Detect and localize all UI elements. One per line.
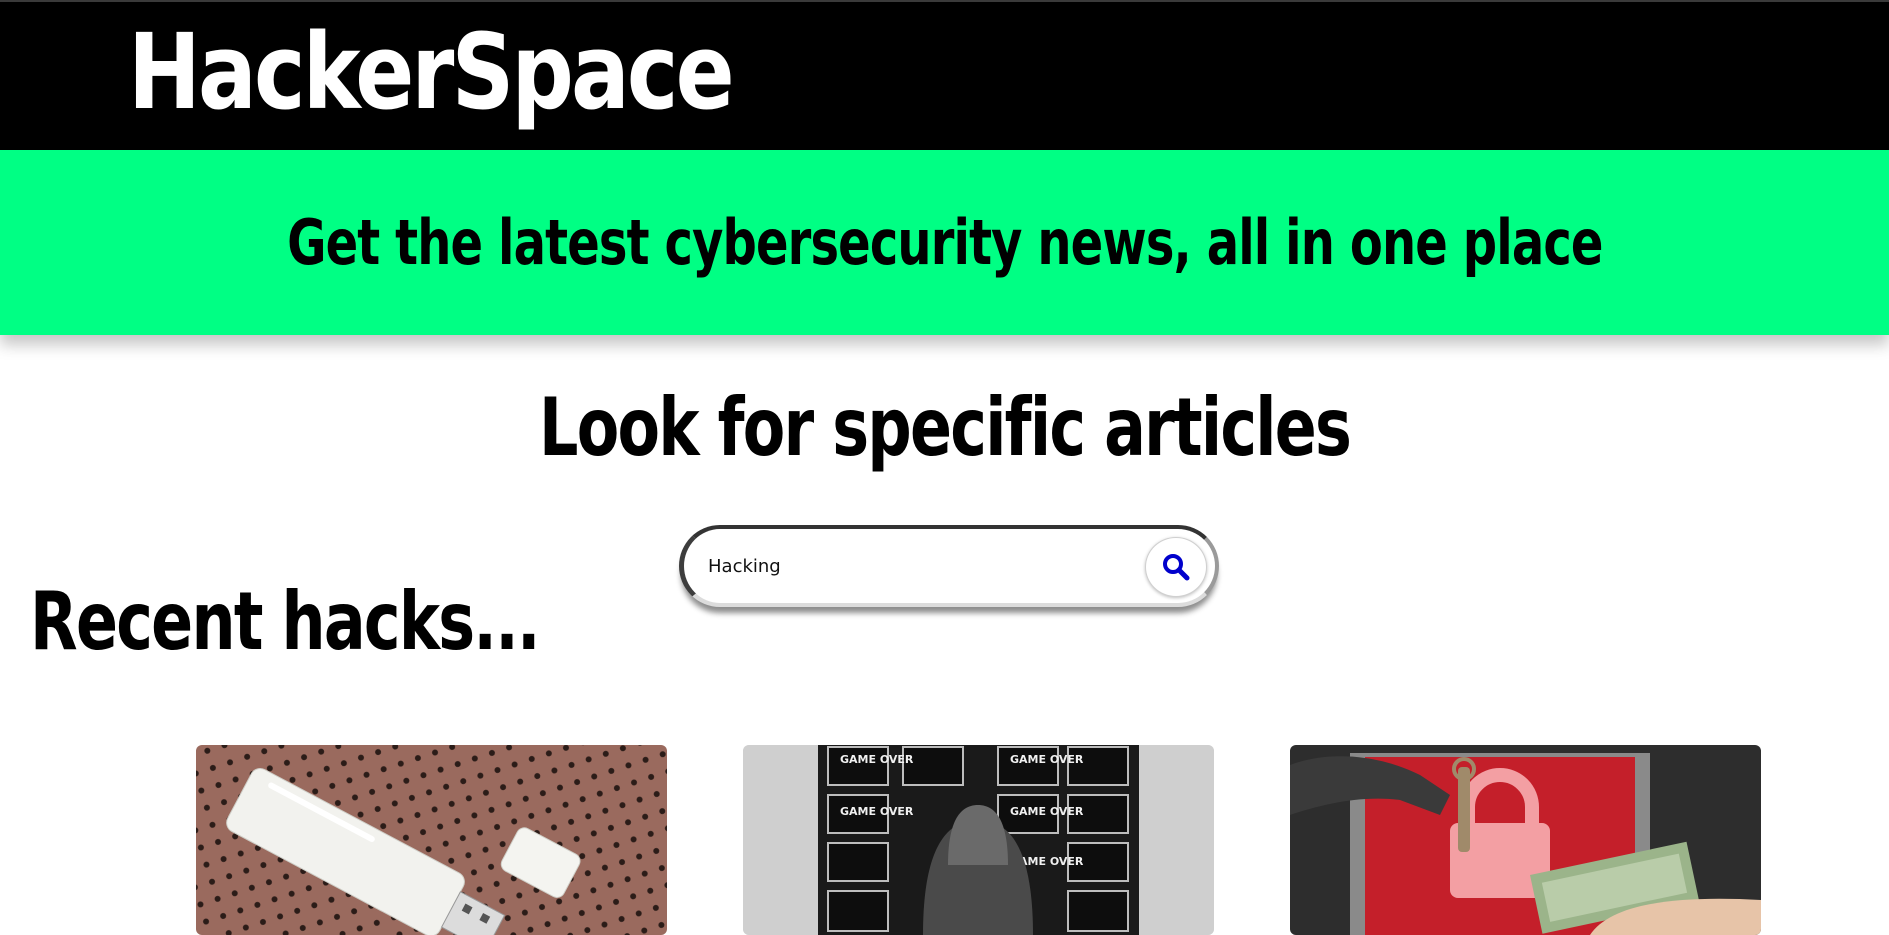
site-logo[interactable]: HackerSpace [128, 20, 735, 124]
search-button[interactable] [1145, 537, 1207, 597]
site-header: HackerSpace [0, 0, 1889, 150]
hero-banner: Get the latest cybersecurity news, all i… [0, 150, 1889, 335]
article-card-usb[interactable] [196, 745, 667, 935]
ransomware-lock-cash-image [1290, 745, 1761, 935]
search-icon [1163, 554, 1190, 581]
svg-text:GAME OVER: GAME OVER [840, 805, 914, 818]
svg-text:GAME OVER: GAME OVER [840, 753, 914, 766]
usb-drive-image [196, 745, 667, 935]
search-bar [679, 525, 1219, 607]
article-card-hacker[interactable]: GAME OVER GAME OVER GAME OVER GAME OVER … [743, 745, 1214, 935]
svg-text:GAME OVER: GAME OVER [1010, 753, 1084, 766]
svg-text:GAME OVER: GAME OVER [1010, 805, 1084, 818]
search-input[interactable] [708, 529, 1108, 603]
hooded-hacker-game-over-image: GAME OVER GAME OVER GAME OVER GAME OVER … [743, 745, 1214, 935]
search-heading: Look for specific articles [538, 381, 1352, 474]
article-card-ransomware[interactable] [1290, 745, 1761, 935]
banner-tagline: Get the latest cybersecurity news, all i… [286, 205, 1603, 279]
recent-hacks-heading: Recent hacks... [30, 575, 541, 668]
